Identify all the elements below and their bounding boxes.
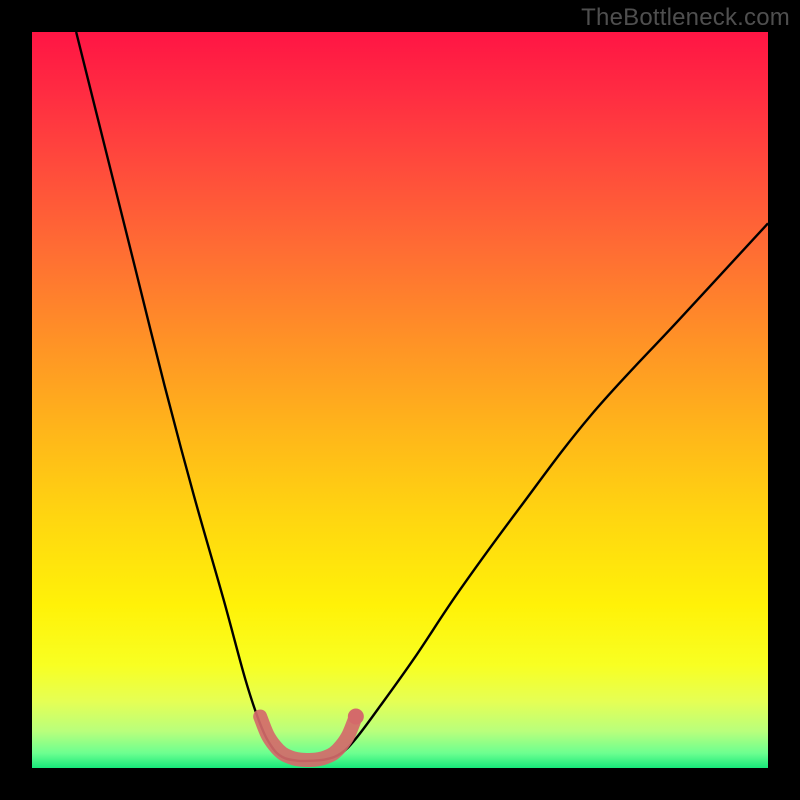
watermark-text: TheBottleneck.com (581, 4, 790, 32)
trough-end-dot (348, 708, 364, 724)
curve-layer (32, 32, 768, 768)
trough-highlight-line (260, 716, 356, 760)
bottleneck-curve-line (76, 32, 768, 761)
plot-area (32, 32, 768, 768)
chart-frame: TheBottleneck.com (0, 0, 800, 800)
